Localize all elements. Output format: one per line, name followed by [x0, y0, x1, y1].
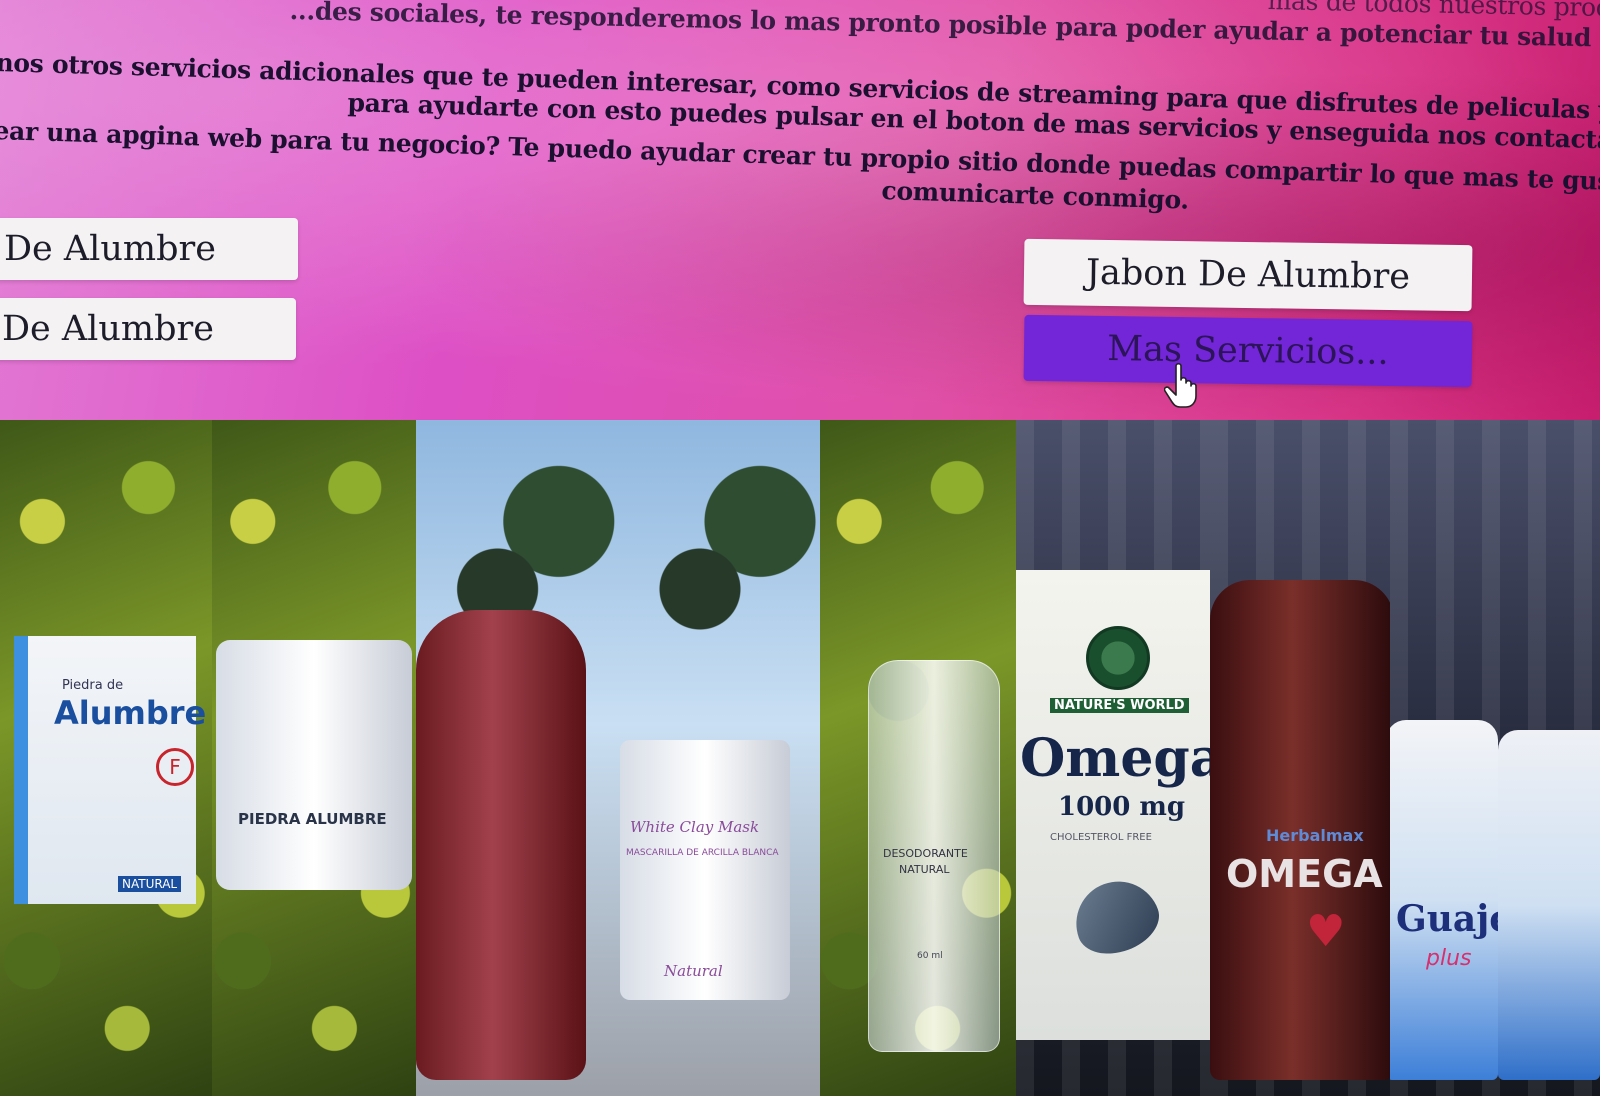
spray-volume: 60 ml [917, 951, 943, 961]
mas-servicios-button[interactable]: Mas Servicios... [1023, 314, 1473, 388]
photo-panel-omega-bottle: Herbalmax OMEGA ♥ [1210, 420, 1390, 1096]
omega-box-name: Omega [1020, 728, 1210, 789]
alumbre-jar-label: PIEDRA ALUMBRE [238, 810, 387, 828]
hero-section: ...des sociales, te responderemos lo mas… [0, 0, 1600, 450]
alumbre-badge-icon: F [156, 748, 194, 786]
photo-panel-amber-bottle [416, 420, 620, 1096]
clay-mask-title: White Clay Mask [630, 818, 760, 836]
photo-panel-spray: DESODORANTE NATURAL 60 ml [820, 420, 1016, 1096]
guaje-name: Guaje [1396, 898, 1513, 940]
globe-icon [1086, 626, 1150, 690]
alumbre-jar-product: PIEDRA ALUMBRE [216, 640, 412, 890]
omega-box-product: NATURE'S WORLD Omega 1000 mg CHOLESTEROL… [1016, 570, 1210, 1040]
omega-bottle-product: Herbalmax OMEGA ♥ [1210, 580, 1390, 1080]
omega-box-brand: NATURE'S WORLD [1050, 698, 1189, 713]
guaje-bottle-product: Guaje plus [1390, 720, 1512, 1080]
photo-panel-alumbre-jar: PIEDRA ALUMBRE [212, 420, 416, 1096]
omega-bottle-name: OMEGA [1226, 852, 1383, 896]
omega-box-claim: CHOLESTEROL FREE [1050, 832, 1152, 843]
photo-panel-omega-box: NATURE'S WORLD Omega 1000 mg CHOLESTEROL… [1016, 420, 1210, 1096]
clay-mask-jar-product: White Clay Mask MASCARILLA DE ARCILLA BL… [620, 740, 790, 1000]
fish-icon [1064, 869, 1168, 965]
guaje-variant: plus [1426, 946, 1472, 971]
spray-bottle-product: DESODORANTE NATURAL 60 ml [868, 660, 1000, 1052]
omega-bottle-brand: Herbalmax [1266, 826, 1364, 845]
product-photo-strip: Piedra de Alumbre F NATURAL PIEDRA ALUMB… [0, 420, 1600, 1096]
alumbre-box-product: Piedra de Alumbre F NATURAL [14, 636, 206, 904]
hero-text-line-5: comunicarte conmigo. [881, 176, 1190, 215]
clay-mask-footer: Natural [664, 962, 723, 980]
de-alumbre-button-2[interactable]: De Alumbre [0, 298, 296, 360]
jabon-de-alumbre-button[interactable]: Jabon De Alumbre [1023, 238, 1473, 312]
hand-cursor-icon [1164, 362, 1197, 408]
de-alumbre-button-1[interactable]: De Alumbre [0, 218, 298, 280]
second-bottle-product [1498, 730, 1600, 1080]
spray-label-line-1: DESODORANTE [883, 847, 968, 860]
alumbre-box-small-label: Piedra de [62, 678, 124, 693]
heart-icon: ♥ [1306, 906, 1346, 957]
clay-mask-subtitle: MASCARILLA DE ARCILLA BLANCA [626, 848, 779, 858]
omega-box-dose: 1000 mg [1058, 792, 1186, 822]
alumbre-box-footer: NATURAL [118, 876, 182, 892]
spray-label-line-2: NATURAL [899, 863, 950, 876]
amber-bottle-product [416, 610, 586, 1080]
photo-panel-alumbre-box: Piedra de Alumbre F NATURAL [0, 420, 212, 1096]
alumbre-box-brand: Alumbre [54, 694, 207, 732]
photo-panel-clay-mask: White Clay Mask MASCARILLA DE ARCILLA BL… [620, 420, 820, 1096]
photo-panel-guaje: Guaje plus [1390, 420, 1600, 1096]
